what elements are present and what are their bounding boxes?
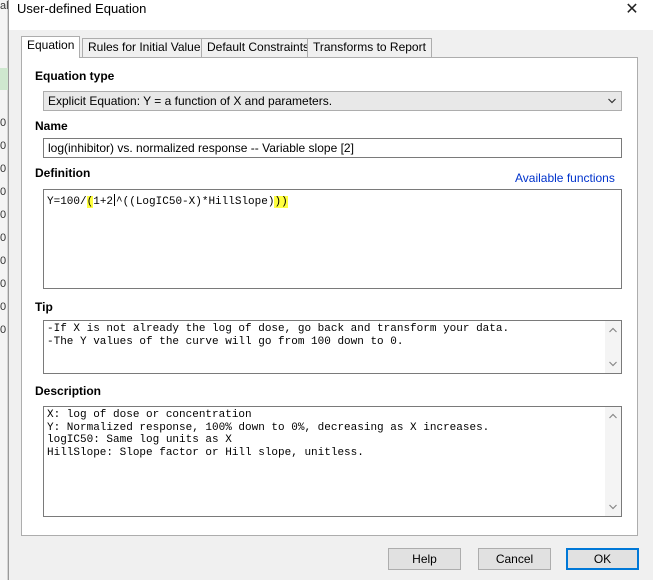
background-row-mark: 0: [0, 140, 7, 152]
description-line: HillSlope: Slope factor or Hill slope, u…: [47, 446, 364, 459]
tab-transforms-to-report[interactable]: Transforms to Report: [307, 38, 432, 57]
tab-equation[interactable]: Equation: [21, 36, 81, 58]
chevron-down-icon[interactable]: [608, 97, 616, 105]
definition-part: Y=100/: [47, 196, 87, 208]
description-lines: X: log of dose or concentration Y: Norma…: [47, 409, 601, 459]
chevron-down-icon[interactable]: [609, 503, 617, 511]
tip-label: Tip: [35, 300, 53, 314]
background-cutoff-text: al: [0, 0, 8, 12]
definition-editor[interactable]: Y=100/(1+2 ^((LogIC50-X)*HillSlope))): [43, 189, 622, 289]
tip-line: -If X is not already the log of dose, go…: [47, 323, 510, 335]
equation-tab-panel: Equation type Explicit Equation: Y = a f…: [21, 57, 638, 536]
help-button[interactable]: Help: [388, 548, 461, 570]
name-label: Name: [35, 119, 68, 133]
description-label: Description: [35, 384, 102, 398]
description-scrollbar[interactable]: [605, 407, 621, 516]
close-icon[interactable]: ✕: [619, 0, 645, 22]
background-row-mark: 0: [0, 324, 7, 336]
name-input[interactable]: log(inhibitor) vs. normalized response -…: [43, 138, 622, 158]
tip-scrollbar[interactable]: [605, 321, 621, 373]
tab-rules-for-initial-values[interactable]: Rules for Initial Values: [82, 38, 213, 57]
background-row-mark: 0: [0, 117, 7, 129]
definition-part: 1+2: [93, 196, 114, 208]
background-row-mark: 0: [0, 163, 7, 175]
background-row-mark: 0: [0, 278, 7, 290]
chevron-down-icon[interactable]: [609, 360, 617, 368]
background-row-mark: 0: [0, 301, 7, 313]
user-defined-equation-dialog: User-defined Equation ✕ Equation Rules f…: [8, 0, 653, 580]
background-window: al 0 0 0 0 0 0 0 0 0 0: [0, 0, 8, 580]
background-row-mark: 0: [0, 209, 7, 221]
tip-textarea[interactable]: -If X is not already the log of dose, go…: [43, 320, 622, 374]
tab-default-constraints[interactable]: Default Constraints: [201, 38, 316, 57]
description-line: logIC50: Same log units as X: [47, 434, 232, 446]
cancel-button[interactable]: Cancel: [478, 548, 551, 570]
ok-button[interactable]: OK: [566, 548, 639, 570]
equation-type-label: Equation type: [35, 69, 115, 83]
tip-lines: -If X is not already the log of dose, go…: [47, 323, 601, 348]
definition-text: Y=100/(1+2 ^((LogIC50-X)*HillSlope))): [47, 194, 288, 208]
equation-type-value: Explicit Equation: Y = a function of X a…: [48, 94, 333, 108]
title-bar[interactable]: User-defined Equation ✕: [9, 0, 653, 30]
chevron-up-icon[interactable]: [609, 412, 617, 420]
background-row-mark: 0: [0, 255, 7, 267]
chevron-up-icon[interactable]: [609, 326, 617, 334]
background-row-mark: 0: [0, 186, 7, 198]
equation-type-dropdown[interactable]: Explicit Equation: Y = a function of X a…: [43, 91, 622, 111]
description-line: X: log of dose or concentration: [47, 409, 252, 421]
bracket-highlight: ): [281, 196, 288, 208]
definition-label: Definition: [35, 166, 91, 180]
text-caret: [114, 194, 116, 206]
background-highlight-row: [0, 68, 8, 90]
window-title: User-defined Equation: [17, 1, 147, 16]
description-textarea[interactable]: X: log of dose or concentration Y: Norma…: [43, 406, 622, 517]
description-line: Y: Normalized response, 100% down to 0%,…: [47, 421, 490, 434]
available-functions-link[interactable]: Available functions: [515, 171, 615, 185]
name-value: log(inhibitor) vs. normalized response -…: [48, 141, 354, 155]
tip-line: -The Y values of the curve will go from …: [47, 335, 404, 348]
definition-part: ^((LogIC50-X)*HillSlope): [116, 196, 275, 208]
background-row-mark: 0: [0, 232, 7, 244]
